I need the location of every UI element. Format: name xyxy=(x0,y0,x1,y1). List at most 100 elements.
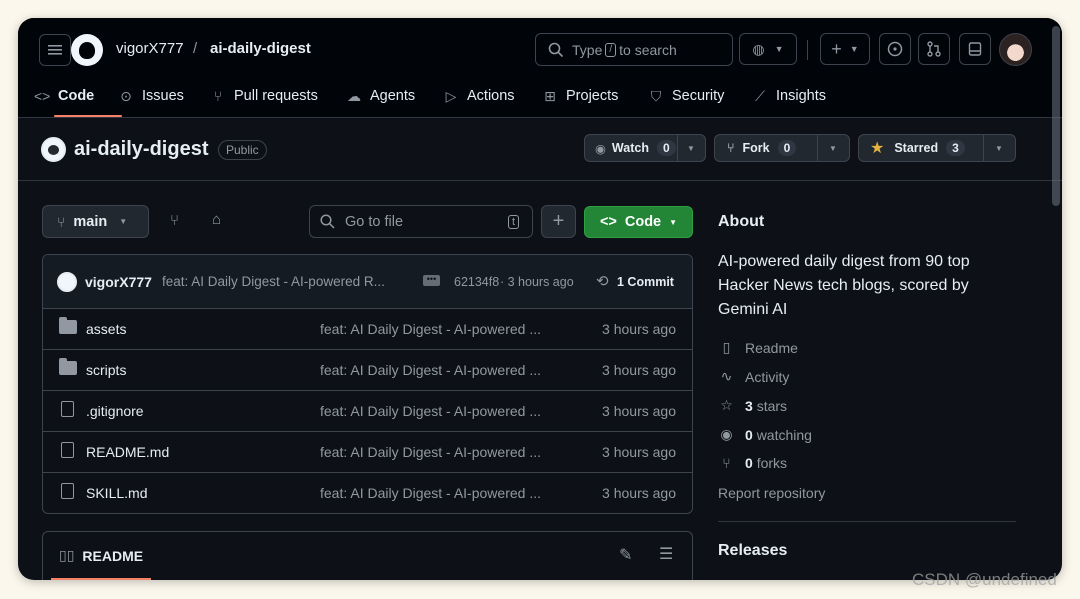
vertical-scrollbar[interactable] xyxy=(1052,26,1060,206)
stars-label: stars xyxy=(756,397,788,414)
inbox-button[interactable] xyxy=(959,33,991,65)
table-row[interactable]: README.md feat: AI Daily Digest - AI-pow… xyxy=(43,432,692,473)
file-name[interactable]: .gitignore xyxy=(86,403,144,419)
readme-panel: ▯▯ README ✎ ☰ xyxy=(42,531,693,580)
copilot-button[interactable]: ◍ ▼ xyxy=(739,33,797,65)
pull-request-icon xyxy=(927,41,941,57)
file-commit-message[interactable]: feat: AI Daily Digest - AI-powered ... xyxy=(320,321,541,337)
chevron-down-icon: ▼ xyxy=(849,44,859,54)
file-commit-message[interactable]: feat: AI Daily Digest - AI-powered ... xyxy=(320,403,541,419)
chevron-down-icon: ▼ xyxy=(774,44,784,54)
code-dropdown-button[interactable]: <> Code ▼ xyxy=(584,206,693,238)
commit-author-avatar[interactable] xyxy=(57,272,77,292)
repo-owner-avatar[interactable] xyxy=(41,137,66,162)
tab-insights[interactable]: ⟋ Insights xyxy=(752,84,826,108)
tab-label: Security xyxy=(672,88,725,104)
create-new-button[interactable]: + ▼ xyxy=(820,33,870,65)
file-name[interactable]: assets xyxy=(86,321,126,337)
watch-button[interactable]: ◉ Watch 0 ▼ xyxy=(584,134,706,162)
about-heading: About xyxy=(718,213,765,230)
agents-icon: ☁ xyxy=(347,87,361,104)
file-commit-message[interactable]: feat: AI Daily Digest - AI-powered ... xyxy=(320,444,541,460)
pencil-icon[interactable]: ✎ xyxy=(619,545,632,565)
file-name[interactable]: README.md xyxy=(86,444,169,460)
fork-icon: ⑂ xyxy=(727,141,735,155)
plus-icon: + xyxy=(831,38,842,59)
user-avatar[interactable] xyxy=(999,33,1032,66)
commit-message[interactable]: feat: AI Daily Digest - AI-powered R... xyxy=(162,274,385,289)
tab-pull-requests[interactable]: ⑂ Pull requests xyxy=(210,84,318,108)
tab-security[interactable]: ⛉ Security xyxy=(648,84,725,108)
issues-button[interactable] xyxy=(879,33,911,65)
ellipsis-icon[interactable]: ••• xyxy=(423,275,440,286)
tab-projects[interactable]: ⊞ Projects xyxy=(542,84,618,108)
forks-count: 0 xyxy=(745,455,753,471)
fork-count: 0 xyxy=(777,140,797,156)
fork-icon: ⑂ xyxy=(722,455,731,471)
star-button[interactable]: ★ Starred 3 ▼ xyxy=(858,134,1016,162)
table-row[interactable]: assets feat: AI Daily Digest - AI-powere… xyxy=(43,309,692,350)
branch-name: main xyxy=(73,213,108,230)
chevron-down-icon: ▼ xyxy=(829,143,837,153)
releases-heading[interactable]: Releases xyxy=(718,542,787,560)
readme-link[interactable]: ▯ Readme xyxy=(718,339,798,356)
forks-link[interactable]: ⑂ 0 forks xyxy=(718,455,787,471)
search-placeholder-suffix: to search xyxy=(619,41,677,58)
report-repository-label: Report repository xyxy=(718,485,826,501)
watch-count: 0 xyxy=(656,140,676,156)
issue-icon: ⊙ xyxy=(120,87,132,104)
file-icon xyxy=(61,401,74,417)
forks-label: forks xyxy=(756,455,788,471)
file-commit-message[interactable]: feat: AI Daily Digest - AI-powered ... xyxy=(320,485,541,501)
table-icon: ⊞ xyxy=(544,87,556,104)
file-commit-message[interactable]: feat: AI Daily Digest - AI-powered ... xyxy=(320,362,541,378)
go-to-file-input[interactable]: Go to file t xyxy=(309,205,533,238)
branch-selector[interactable]: ⑂ main ▼ xyxy=(42,205,149,238)
outline-list-icon[interactable]: ☰ xyxy=(659,544,673,564)
book-icon: ▯ xyxy=(722,339,731,355)
tab-issues[interactable]: ⊙ Issues xyxy=(118,84,184,108)
commit-hash[interactable]: 62134f8 xyxy=(454,275,499,289)
chevron-down-icon: ▼ xyxy=(995,143,1003,153)
breadcrumb-owner[interactable]: vigorX777 xyxy=(116,40,184,57)
browser-window: vigorX777 / ai-daily-digest Type / to se… xyxy=(18,18,1062,580)
fork-label: Fork xyxy=(742,141,770,155)
breadcrumb-repo[interactable]: ai-daily-digest xyxy=(210,40,311,57)
table-row[interactable]: SKILL.md feat: AI Daily Digest - AI-powe… xyxy=(43,473,692,513)
repo-header: ai-daily-digest Public ◉ Watch 0 ▼ ⑂ For… xyxy=(18,119,1062,181)
branches-icon[interactable]: ⑂ xyxy=(170,212,179,229)
search-placeholder-prefix: Type xyxy=(572,41,603,58)
activity-link-label: Activity xyxy=(745,368,790,385)
go-to-file-placeholder: Go to file xyxy=(345,213,404,230)
table-row[interactable]: .gitignore feat: AI Daily Digest - AI-po… xyxy=(43,391,692,432)
tab-label: Insights xyxy=(776,88,826,104)
sidebar-divider xyxy=(718,521,1016,522)
stars-count: 3 xyxy=(745,397,753,414)
search-input[interactable]: Type / to search xyxy=(535,33,733,66)
folder-icon xyxy=(59,317,77,334)
tag-icon[interactable]: ⌂ xyxy=(212,211,221,228)
file-name[interactable]: scripts xyxy=(86,362,126,378)
commit-count[interactable]: 1 Commit xyxy=(617,275,674,289)
tab-label: Agents xyxy=(370,88,416,104)
github-logo-icon[interactable] xyxy=(71,34,103,66)
repo-title[interactable]: ai-daily-digest xyxy=(74,138,208,161)
report-repository-link[interactable]: Report repository xyxy=(718,485,825,501)
folder-icon xyxy=(59,358,77,375)
readme-tab[interactable]: ▯▯ README xyxy=(59,547,143,564)
tab-actions[interactable]: ▷ Actions xyxy=(443,84,515,108)
tab-label: Code xyxy=(58,88,95,104)
tab-code[interactable]: <> Code xyxy=(34,84,94,108)
menu-button[interactable] xyxy=(39,34,71,66)
tab-agents[interactable]: ☁ Agents xyxy=(346,84,415,108)
pull-requests-button[interactable] xyxy=(918,33,950,65)
file-name[interactable]: SKILL.md xyxy=(86,485,147,501)
star-icon: ☆ xyxy=(720,397,733,413)
watching-link[interactable]: ◉ 0 watching xyxy=(718,426,812,443)
stars-link[interactable]: ☆ 3 stars xyxy=(718,397,787,414)
table-row[interactable]: scripts feat: AI Daily Digest - AI-power… xyxy=(43,350,692,391)
activity-link[interactable]: ∿ Activity xyxy=(718,368,790,385)
fork-button[interactable]: ⑂ Fork 0 ▼ xyxy=(714,134,850,162)
add-file-button[interactable]: + xyxy=(541,205,576,238)
commit-author[interactable]: vigorX777 xyxy=(85,274,152,290)
